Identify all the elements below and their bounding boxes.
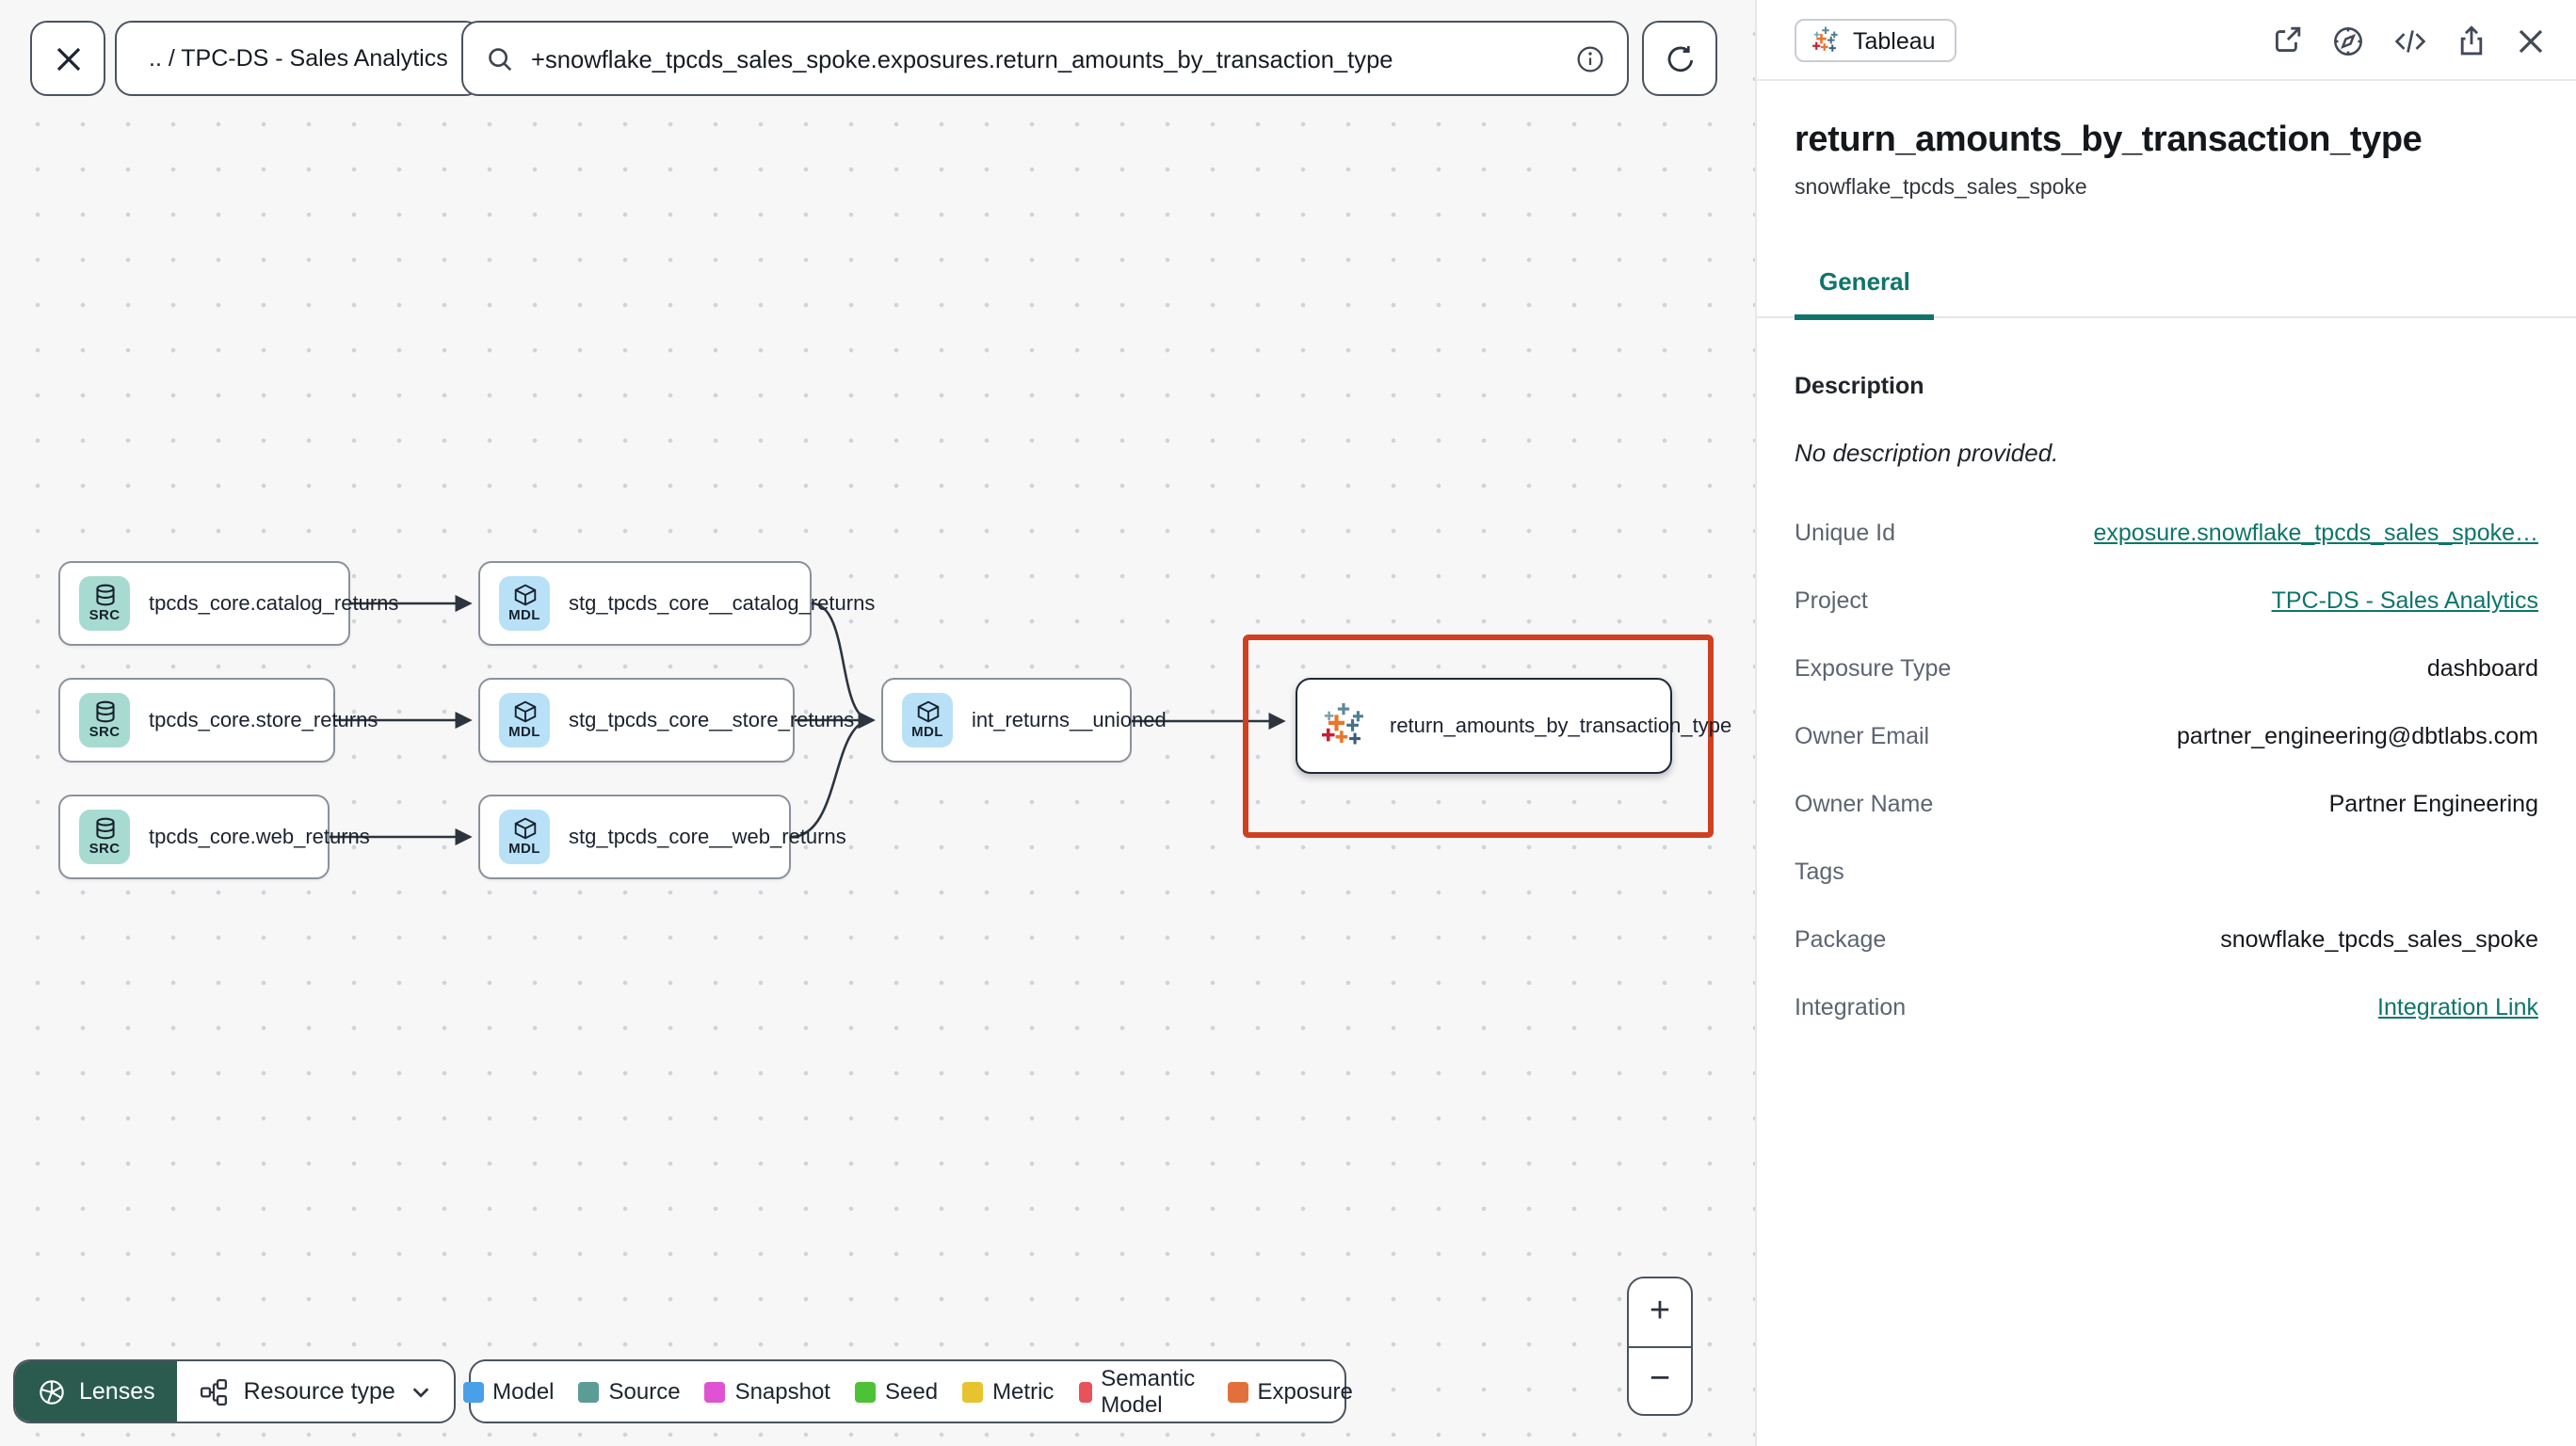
tableau-logo-icon	[1811, 26, 1840, 55]
share-icon[interactable]	[2455, 24, 2487, 56]
field-row-owner-name: Owner Name Partner Engineering	[1795, 791, 2538, 817]
search-value: +snowflake_tpcds_sales_spoke.exposures.r…	[531, 44, 1393, 72]
legend-item-snapshot: Snapshot	[704, 1378, 830, 1405]
model-icon: MDL	[902, 693, 953, 747]
external-link-icon[interactable]	[2271, 24, 2303, 56]
graph-node-stg-store-returns[interactable]: MDL stg_tpcds_core__store_returns	[478, 678, 854, 763]
field-row-unique-id: Unique Id exposure.snowflake_tpcds_sales…	[1795, 520, 2539, 546]
detail-fields: Unique Id exposure.snowflake_tpcds_sales…	[1795, 499, 2538, 1041]
semantic-model-swatch	[1078, 1381, 1092, 1402]
lineage-search-input[interactable]: +snowflake_tpcds_sales_spoke.exposures.r…	[461, 21, 1629, 96]
seed-swatch	[855, 1381, 876, 1402]
graph-node-stg-web-returns[interactable]: MDL stg_tpcds_core__web_returns	[478, 795, 846, 879]
chevron-down-icon	[411, 1381, 431, 1402]
breadcrumb[interactable]: .. / TPC-DS - Sales Analytics	[115, 21, 482, 96]
legend-item-metric: Metric	[962, 1378, 1054, 1405]
graph-node-exposure-return-amounts[interactable]: return_amounts_by_transaction_type	[1296, 678, 1731, 774]
resource-type-dropdown[interactable]: Resource type	[178, 1361, 454, 1422]
code-icon[interactable]	[2393, 24, 2427, 57]
tableau-integration-badge[interactable]: Tableau	[1795, 19, 1956, 62]
aperture-icon	[38, 1377, 66, 1406]
info-icon[interactable]	[1576, 44, 1604, 72]
field-row-owner-email: Owner Email partner_engineering@dbtlabs.…	[1795, 723, 2538, 749]
legend-item-model: Model	[462, 1378, 555, 1405]
graph-node-tpcds-core-web-returns[interactable]: SRC tpcds_core.web_returns	[58, 795, 370, 879]
resource-package-subtitle: snowflake_tpcds_sales_spoke	[1795, 177, 2087, 200]
description-heading: Description	[1795, 373, 1924, 399]
details-panel: Tableau return_amounts_by_transaction_ty…	[1755, 0, 2576, 1446]
panel-tabs: General	[1757, 267, 2576, 319]
model-icon: MDL	[499, 576, 550, 631]
unique-id-link[interactable]: exposure.snowflake_tpcds_sales_spoke…	[2094, 520, 2539, 546]
lenses-button[interactable]: Lenses	[15, 1361, 178, 1422]
graph-node-tpcds-core-catalog-returns[interactable]: SRC tpcds_core.catalog_returns	[58, 561, 398, 646]
description-empty-text: No description provided.	[1795, 439, 2059, 467]
legend-item-seed: Seed	[855, 1378, 938, 1405]
tableau-logo-icon	[1320, 702, 1367, 749]
snapshot-swatch	[704, 1381, 726, 1402]
panel-header-divider	[1757, 79, 2576, 81]
field-row-tags: Tags	[1795, 859, 1844, 885]
zoom-control: + −	[1627, 1277, 1693, 1416]
search-icon	[486, 44, 514, 72]
hierarchy-icon	[201, 1377, 229, 1406]
lenses-resource-type-control: Lenses Resource type	[13, 1359, 456, 1423]
resource-title: return_amounts_by_transaction_type	[1795, 120, 2423, 160]
field-row-integration: Integration Integration Link	[1795, 994, 2538, 1020]
field-row-project: Project TPC-DS - Sales Analytics	[1795, 587, 2538, 614]
model-icon: MDL	[499, 810, 550, 864]
tab-general[interactable]: General	[1795, 267, 1936, 319]
zoom-out-button[interactable]: −	[1629, 1347, 1691, 1414]
graph-node-stg-catalog-returns[interactable]: MDL stg_tpcds_core__catalog_returns	[478, 561, 875, 646]
legend-item-source: Source	[578, 1378, 681, 1405]
integration-link[interactable]: Integration Link	[2377, 994, 2538, 1020]
source-icon: SRC	[79, 693, 130, 747]
close-icon[interactable]	[2516, 25, 2546, 56]
source-icon: SRC	[79, 576, 130, 631]
graph-node-tpcds-core-store-returns[interactable]: SRC tpcds_core.store_returns	[58, 678, 378, 763]
model-icon: MDL	[499, 693, 550, 747]
exposure-swatch	[1227, 1381, 1248, 1402]
zoom-in-button[interactable]: +	[1629, 1278, 1691, 1347]
source-swatch	[578, 1381, 600, 1402]
source-icon: SRC	[79, 810, 130, 864]
legend-item-semantic-model: Semantic Model	[1078, 1365, 1202, 1418]
lineage-canvas[interactable]: SRC tpcds_core.catalog_returns SRC tpcds…	[0, 0, 1755, 1446]
refresh-lineage-button[interactable]	[1642, 21, 1717, 96]
legend-item-exposure: Exposure	[1227, 1378, 1353, 1405]
close-lineage-button[interactable]	[30, 21, 105, 96]
graph-node-int-returns-unioned[interactable]: MDL int_returns__unioned	[881, 678, 1167, 763]
compass-icon[interactable]	[2331, 24, 2365, 57]
project-link[interactable]: TPC-DS - Sales Analytics	[2272, 587, 2538, 614]
field-row-exposure-type: Exposure Type dashboard	[1795, 655, 2538, 682]
resource-type-legend: Model Source Snapshot Seed Metric Semant…	[462, 1359, 1353, 1423]
field-row-package: Package snowflake_tpcds_sales_spoke	[1795, 926, 2538, 953]
model-swatch	[462, 1381, 484, 1402]
metric-swatch	[962, 1381, 984, 1402]
